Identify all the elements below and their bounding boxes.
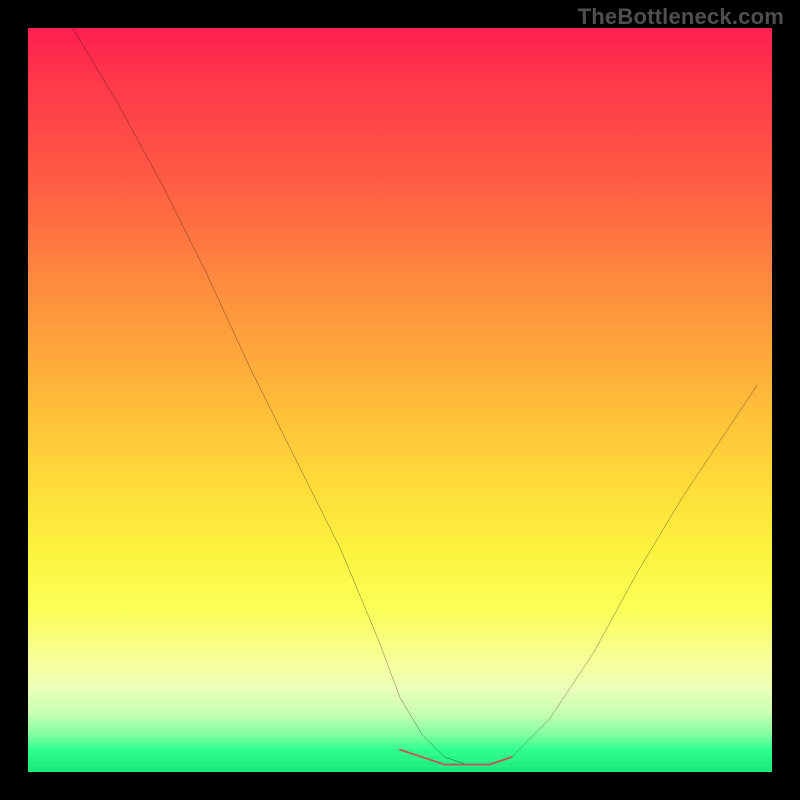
- bottleneck-curve: [73, 28, 757, 765]
- plot-area: [28, 28, 772, 772]
- watermark-label: TheBottleneck.com: [578, 4, 784, 30]
- curve-svg: [28, 28, 772, 772]
- chart-frame: TheBottleneck.com: [0, 0, 800, 800]
- highlighted-minimum: [400, 750, 512, 765]
